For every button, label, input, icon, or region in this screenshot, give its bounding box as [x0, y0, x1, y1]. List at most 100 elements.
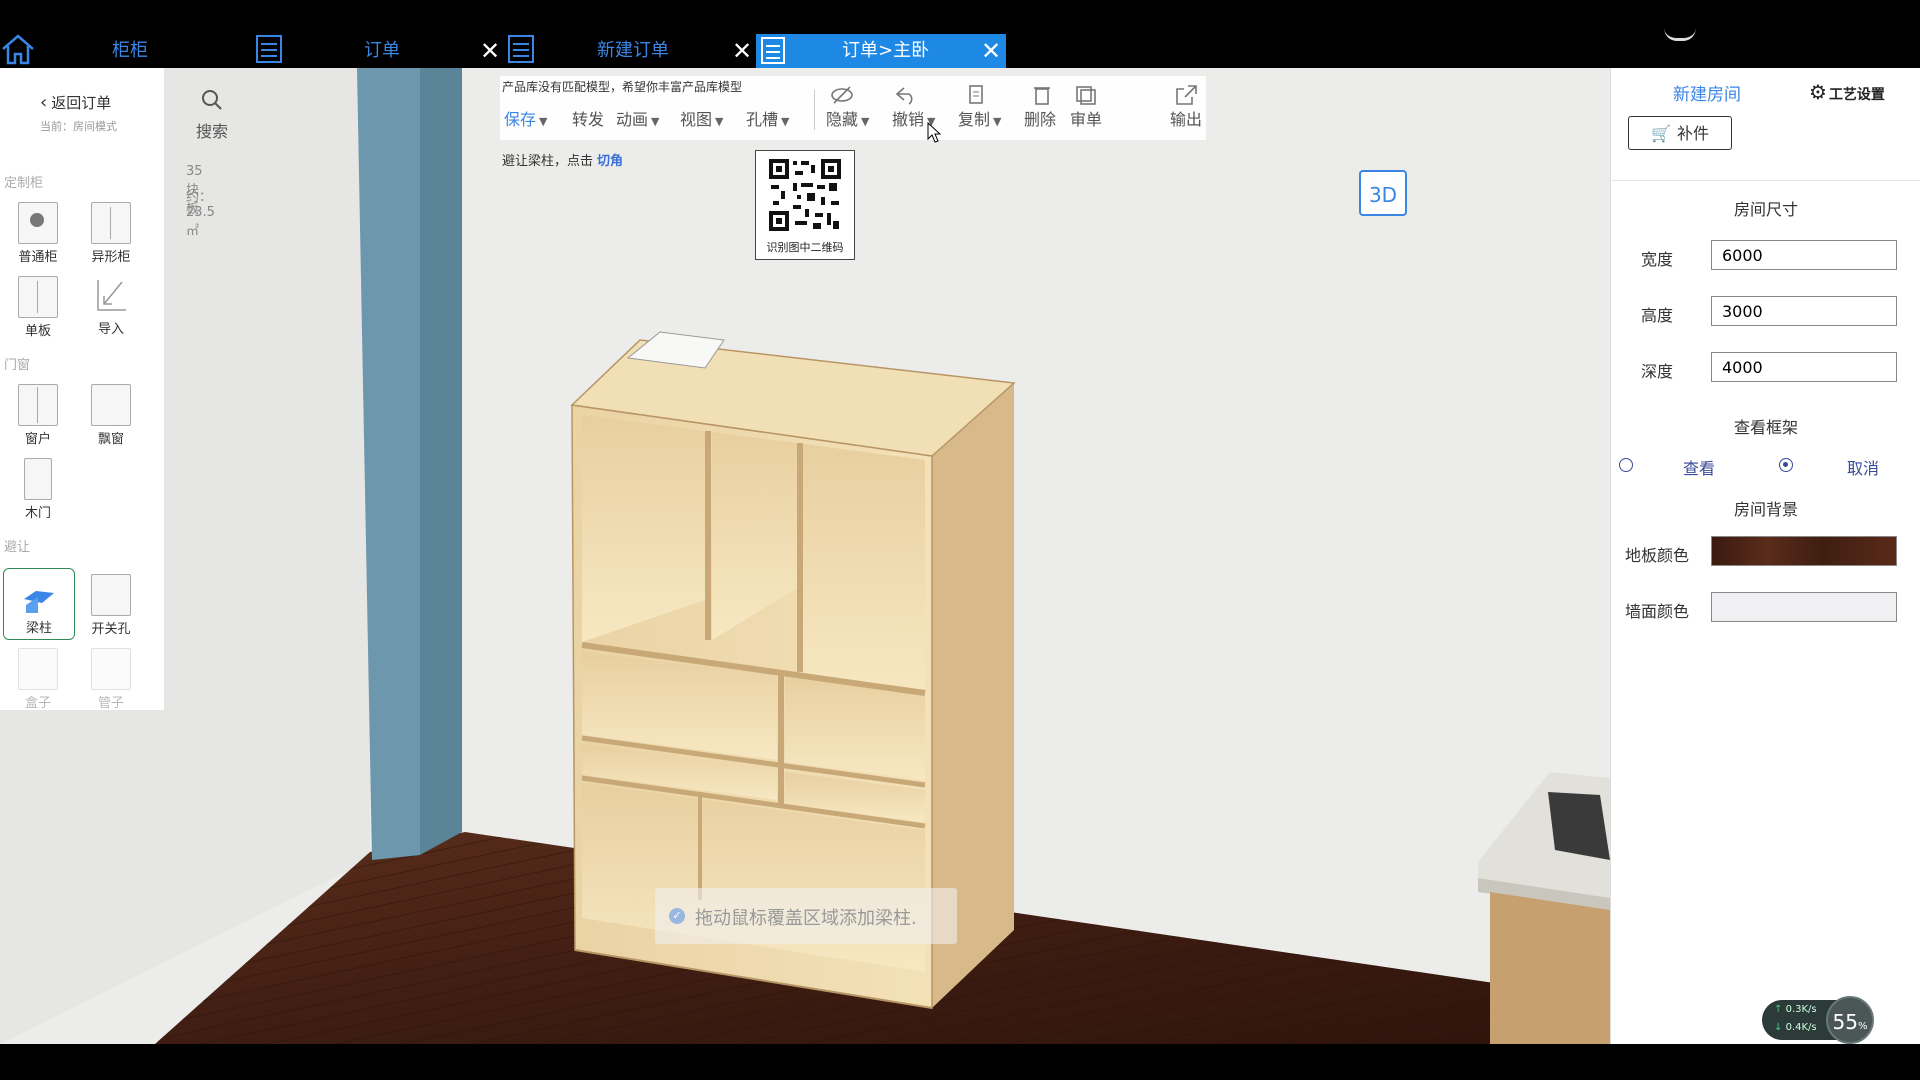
- avoid-hint: 避让梁柱，点击 切角: [502, 150, 623, 169]
- frame-view-radio[interactable]: [1619, 458, 1633, 472]
- craft-settings-button[interactable]: ⚙ 工艺设置: [1809, 80, 1885, 104]
- toolbar-divider: [814, 90, 815, 130]
- undo-icon: [894, 84, 918, 106]
- down-arrow-icon: ↓: [1774, 1022, 1783, 1033]
- window-icon: [18, 384, 58, 426]
- chevron-down-icon: ▼: [861, 115, 870, 128]
- beam-icon: [20, 575, 58, 615]
- toolbar: 产品库没有匹配模型，希望你丰富产品库模型 保存 ▼ 转发 动画 ▼ 视图 ▼ 孔槽 ▼ …: [500, 76, 1206, 140]
- wall-color-swatch[interactable]: [1711, 592, 1897, 622]
- close-icon[interactable]: ✕: [729, 38, 755, 64]
- memory-percent[interactable]: 55%: [1826, 996, 1874, 1044]
- width-field[interactable]: [1711, 240, 1897, 270]
- animation-button[interactable]: 动画 ▼: [616, 106, 659, 130]
- product-notice: 产品库没有匹配模型，希望你丰富产品库模型: [502, 80, 743, 94]
- view-button[interactable]: 视图 ▼: [680, 106, 723, 130]
- qr-caption: 识别图中二维码: [766, 241, 844, 254]
- close-icon[interactable]: ✕: [978, 36, 1004, 66]
- hint-text: 避让梁柱，点击: [502, 154, 594, 169]
- 3d-viewport[interactable]: 产品库没有匹配模型，希望你丰富产品库模型 保存 ▼ 转发 动画 ▼ 视图 ▼ 孔槽 ▼ …: [0, 68, 1610, 1044]
- chamfer-link[interactable]: 切角: [597, 154, 623, 169]
- section-doors: 门窗: [4, 358, 31, 373]
- shaped-cabinet-tool[interactable]: 异形柜: [76, 196, 146, 266]
- upload-speed: ↑ 0.3K/s: [1774, 1004, 1817, 1015]
- board-icon: [18, 276, 58, 318]
- height-field[interactable]: [1711, 296, 1897, 326]
- background-title: 房间背景: [1733, 500, 1798, 519]
- bottom-bar: [0, 1044, 1920, 1080]
- search-button[interactable]: 搜索: [184, 88, 240, 142]
- tab-cabinet[interactable]: 柜柜: [112, 34, 148, 68]
- view-3d-button[interactable]: 3D: [1359, 170, 1407, 216]
- qr-card: 识别图中二维码: [755, 150, 855, 260]
- export-icon: [1174, 84, 1198, 106]
- close-icon[interactable]: ✕: [477, 38, 503, 64]
- chevron-down-icon: ▼: [539, 115, 548, 128]
- chevron-down-icon: ▼: [715, 115, 724, 128]
- box-tool: 盒子: [3, 642, 73, 712]
- new-room-link[interactable]: 新建房间: [1673, 80, 1741, 105]
- frame-title: 查看框架: [1733, 418, 1798, 437]
- export-button[interactable]: 输出: [1170, 106, 1202, 130]
- frame-cancel-label[interactable]: 取消: [1847, 455, 1879, 479]
- wood-door-tool[interactable]: 木门: [3, 452, 73, 522]
- trash-icon: [1030, 84, 1054, 106]
- tab-order-bedroom-active[interactable]: 订单>主卧 ✕: [756, 34, 1006, 68]
- cart-icon: 🛒: [1651, 124, 1671, 143]
- height-label: 高度: [1641, 306, 1674, 325]
- door-icon: [24, 458, 52, 500]
- copy-icon: [964, 84, 988, 106]
- save-button[interactable]: 保存 ▼: [504, 106, 547, 130]
- chevron-left-icon: ‹: [40, 92, 48, 113]
- forward-button[interactable]: 转发: [572, 106, 604, 130]
- review-button[interactable]: 审单: [1070, 106, 1102, 130]
- switch-hole-tool[interactable]: 开关孔: [76, 568, 146, 638]
- depth-field[interactable]: [1711, 352, 1897, 382]
- delete-button[interactable]: 删除: [1024, 106, 1056, 130]
- document-icon: [507, 34, 535, 64]
- search-label: 搜索: [195, 122, 228, 141]
- gear-icon: ⚙: [1809, 80, 1827, 104]
- pipe-tool: 管子: [76, 642, 146, 712]
- up-arrow-icon: ↑: [1774, 1004, 1783, 1015]
- cabinet-icon: [91, 202, 131, 244]
- window-tool[interactable]: 窗户: [3, 378, 73, 448]
- document-icon: [255, 34, 283, 64]
- mode-label: 当前：房间模式: [40, 120, 117, 133]
- hide-button[interactable]: 隐藏 ▼: [826, 106, 869, 130]
- left-tool-panel: ‹ 返回订单 当前：房间模式 搜索 35块板 约：23.5㎡ 定制柜 普通柜 异形…: [0, 68, 228, 712]
- tab-order[interactable]: 订单: [364, 34, 400, 68]
- right-properties-panel: 新建房间 ⚙工艺设置 🛒补件 房间尺寸 宽度 高度 深度 查看框架 查看 取消 …: [1610, 68, 1920, 1044]
- bay-window-tool[interactable]: 飘窗: [76, 378, 146, 448]
- back-to-order-link[interactable]: ‹ 返回订单: [40, 92, 111, 113]
- review-icon: [1074, 84, 1098, 106]
- parts-button[interactable]: 🛒 补件: [1628, 116, 1732, 150]
- depth-label: 深度: [1641, 362, 1674, 381]
- top-tab-bar: 柜柜 订单 ✕ 新建订单 ✕ 订单>主卧 ✕: [0, 0, 1920, 68]
- normal-cabinet-tool[interactable]: 普通柜: [3, 196, 73, 266]
- chevron-down-icon: ▼: [993, 115, 1002, 128]
- wall-color-label: 墙面颜色: [1625, 602, 1690, 621]
- toast-text: 拖动鼠标覆盖区域添加梁柱.: [695, 908, 917, 929]
- tab-new-order[interactable]: 新建订单: [597, 34, 669, 68]
- pipe-icon: [91, 648, 131, 690]
- hide-eye-icon: [830, 84, 854, 106]
- qr-code-image: [767, 157, 843, 233]
- beam-column-tool[interactable]: 梁柱: [3, 568, 75, 640]
- home-icon[interactable]: [0, 32, 36, 66]
- frame-cancel-radio[interactable]: [1779, 458, 1793, 472]
- check-icon: ✓: [669, 908, 685, 924]
- search-icon: [202, 90, 222, 110]
- document-icon: [760, 36, 788, 66]
- chevron-down-icon: ▼: [781, 115, 790, 128]
- frame-view-label[interactable]: 查看: [1683, 455, 1715, 479]
- floor-color-swatch[interactable]: [1711, 536, 1897, 566]
- width-label: 宽度: [1641, 250, 1674, 269]
- profile-indicator: [1664, 28, 1696, 41]
- copy-button[interactable]: 复制 ▼: [958, 106, 1001, 130]
- import-tool[interactable]: 导入: [76, 270, 146, 340]
- single-board-tool[interactable]: 单板: [3, 270, 73, 340]
- import-icon: [92, 276, 130, 316]
- tab-label: 订单>主卧: [842, 40, 930, 61]
- hole-button[interactable]: 孔槽 ▼: [746, 106, 789, 130]
